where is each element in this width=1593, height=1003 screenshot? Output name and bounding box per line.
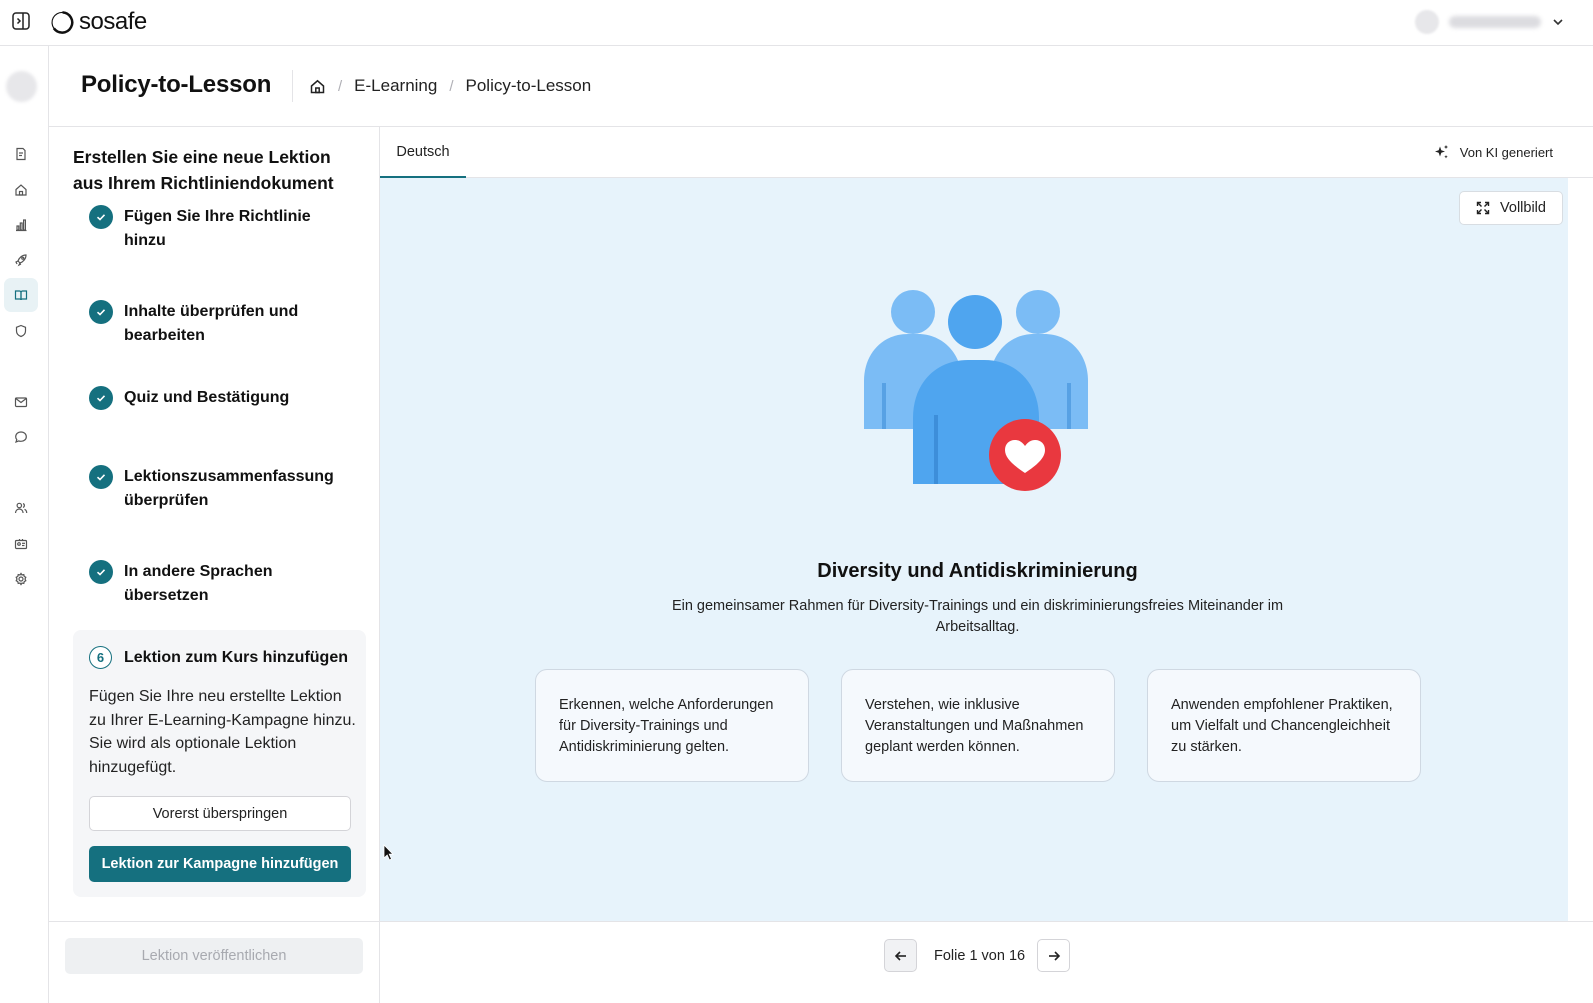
nav-settings[interactable] — [4, 562, 38, 596]
fullscreen-label: Vollbild — [1500, 200, 1546, 216]
step-complete-check-icon — [89, 386, 113, 410]
arrow-left-icon — [894, 950, 906, 961]
chat-icon — [15, 431, 27, 444]
learning-objective-card: Erkennen, welche Anforderungen für Diver… — [535, 669, 809, 782]
breadcrumb-home-icon[interactable] — [309, 78, 326, 95]
step-translate[interactable]: In andere Sprachen übersetzen — [89, 560, 349, 608]
step-label: In andere Sprachen übersetzen — [124, 563, 273, 604]
learning-objective-card: Verstehen, wie inklusive Veranstaltungen… — [841, 669, 1115, 782]
chart-icon — [16, 219, 27, 232]
page-title: Policy-to-Lesson — [81, 71, 272, 98]
sosafe-logo[interactable]: sosafe — [50, 7, 147, 37]
left-nav-rail — [0, 46, 49, 1003]
mail-icon — [14, 397, 28, 408]
step-description: Fügen Sie Ihre neu erstellte Lektion zu … — [89, 688, 356, 776]
step-complete-check-icon — [89, 205, 113, 229]
step-label: Inhalte überprüfen und bearbeiten — [124, 303, 299, 344]
step-complete-check-icon — [89, 465, 113, 489]
id-card-icon — [14, 539, 28, 550]
publish-lesson-button[interactable]: Lektion veröffentlichen — [65, 938, 363, 974]
tab-deutsch[interactable]: Deutsch — [380, 127, 466, 178]
slide-pagination: Folie 1 von 16 — [380, 921, 1593, 1003]
step-label: Fügen Sie Ihre Richtlinie hinzu — [124, 208, 311, 249]
next-slide-button[interactable] — [1037, 939, 1070, 972]
step-add-policy[interactable]: Fügen Sie Ihre Richtlinie hinzu — [89, 205, 349, 253]
nav-users[interactable] — [4, 491, 38, 525]
mouse-cursor-icon — [383, 844, 394, 861]
sosafe-logo-mark-icon — [51, 10, 74, 34]
step-label: Quiz und Bestätigung — [124, 389, 290, 406]
previous-slide-button[interactable] — [884, 939, 917, 972]
shield-icon — [15, 324, 27, 338]
user-name-redacted — [1449, 16, 1541, 28]
breadcrumb: / E-Learning / Policy-to-Lesson — [309, 76, 591, 96]
header-divider — [292, 70, 293, 102]
sidebar-toggle-icon[interactable] — [11, 11, 31, 31]
slide-preview: Vollbild Diversity und Antidiskriminieru… — [380, 178, 1568, 921]
fullscreen-button[interactable]: Vollbild — [1459, 191, 1563, 225]
breadcrumb-elearning[interactable]: E-Learning — [354, 76, 437, 96]
ai-badge-label: Von KI generiert — [1459, 145, 1553, 160]
slide-subtitle: Ein gemeinsamer Rahmen für Diversity-Tra… — [671, 598, 1284, 635]
page-header: Policy-to-Lesson / E-Learning / Policy-t… — [49, 46, 1593, 127]
slide-counter: Folie 1 von 16 — [934, 948, 1026, 964]
add-to-campaign-button[interactable]: Lektion zur Kampagne hinzufügen — [89, 846, 351, 882]
step-review-content[interactable]: Inhalte überprüfen und bearbeiten — [89, 300, 349, 348]
language-tab-bar: Deutsch Von KI generiert — [380, 127, 1593, 178]
nav-campaigns[interactable] — [4, 243, 38, 277]
step-number-badge: 6 — [89, 646, 112, 669]
step-label: Lektion zum Kurs hinzufügen — [124, 649, 348, 666]
step-complete-check-icon — [89, 560, 113, 584]
nav-documents[interactable] — [4, 137, 38, 171]
nav-analytics[interactable] — [4, 208, 38, 242]
step-complete-check-icon — [89, 300, 113, 324]
breadcrumb-separator: / — [449, 77, 454, 95]
wizard-title: Erstellen Sie eine neue Lektion aus Ihre… — [73, 147, 334, 193]
slide-title: Diversity und Antidiskriminierung — [817, 560, 1138, 582]
home-icon — [15, 184, 27, 196]
breadcrumb-current: Policy-to-Lesson — [465, 76, 592, 95]
user-menu[interactable] — [1415, 9, 1565, 35]
nav-elearning[interactable] — [4, 278, 38, 312]
skip-button[interactable]: Vorerst überspringen — [89, 796, 351, 831]
users-icon — [14, 502, 28, 514]
nav-phishing[interactable] — [4, 385, 38, 419]
step-add-to-course: 6 Lektion zum Kurs hinzufügen Fügen Sie … — [73, 630, 366, 897]
diversity-people-heart-illustration — [864, 290, 1088, 491]
nav-home[interactable] — [4, 173, 38, 207]
chevron-down-icon — [1553, 19, 1563, 26]
user-avatar — [1415, 10, 1439, 34]
expand-icon — [1476, 201, 1490, 215]
wizard-steps-panel: Erstellen Sie eine neue Lektion aus Ihre… — [49, 127, 380, 921]
learning-objective-card: Anwenden empfohlener Praktiken, um Vielf… — [1147, 669, 1421, 782]
book-icon — [14, 290, 28, 301]
nav-messages[interactable] — [4, 420, 38, 454]
nav-security[interactable] — [4, 314, 38, 348]
step-quiz[interactable]: Quiz und Bestätigung — [89, 386, 349, 410]
ai-generated-badge: Von KI generiert — [1433, 144, 1553, 161]
breadcrumb-separator: / — [338, 77, 343, 95]
top-bar: sosafe — [0, 0, 1593, 46]
step-summary[interactable]: Lektionszusammenfassung überprüfen — [89, 465, 349, 513]
gear-icon — [15, 572, 27, 586]
org-avatar[interactable] — [6, 71, 37, 102]
rocket-icon — [15, 254, 27, 267]
step-label: Lektionszusammenfassung überprüfen — [124, 468, 334, 509]
publish-footer: Lektion veröffentlichen — [49, 921, 380, 1003]
arrow-right-icon — [1048, 950, 1060, 961]
brand-name: sosafe — [79, 8, 147, 35]
document-icon — [16, 147, 26, 161]
nav-directory[interactable] — [4, 527, 38, 561]
sparkles-icon — [1434, 145, 1448, 159]
